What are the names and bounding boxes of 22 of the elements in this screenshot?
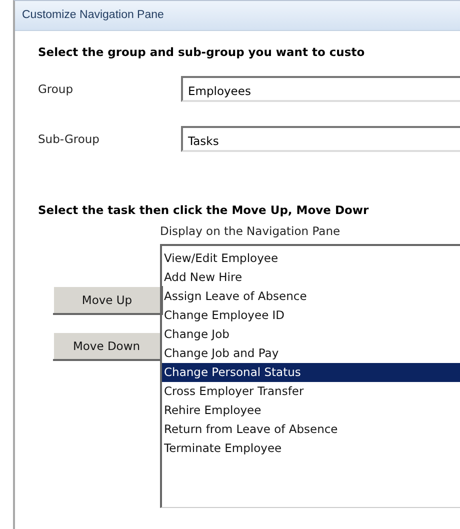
list-item[interactable]: Cross Employer Transfer: [162, 382, 460, 401]
list-item[interactable]: Add New Hire: [162, 268, 460, 287]
field-label: Group: [38, 82, 74, 96]
instruction: Select the task then click the Move Up, Move Dowr: [38, 203, 370, 217]
list-item[interactable]: Change Personal Status: [162, 363, 460, 382]
list-item[interactable]: Return from Leave of Absence: [162, 420, 460, 439]
move-button[interactable]: Move Down: [53, 332, 162, 361]
input-field[interactable]: Tasks: [181, 126, 460, 152]
field-label: Sub-Group: [38, 132, 100, 146]
list-item[interactable]: Terminate Employee: [162, 439, 460, 458]
input-field[interactable]: Employees: [181, 76, 460, 102]
list-item[interactable]: View/Edit Employee: [162, 249, 460, 268]
list-item[interactable]: Change Job and Pay: [162, 344, 460, 363]
list-item[interactable]: Change Employee ID: [162, 306, 460, 325]
list-caption: Display on the Navigation Pane: [160, 224, 342, 238]
list-item[interactable]: Rehire Employee: [162, 401, 460, 420]
window-title: Customize Navigation Pane: [15, 1, 460, 31]
list-box[interactable]: [160, 244, 460, 508]
heading: Select the group and sub-group you want to custo: [38, 45, 366, 59]
list-item[interactable]: Assign Leave of Absence: [162, 287, 460, 306]
list-item[interactable]: Change Job: [162, 325, 460, 344]
move-button[interactable]: Move Up: [53, 286, 163, 315]
